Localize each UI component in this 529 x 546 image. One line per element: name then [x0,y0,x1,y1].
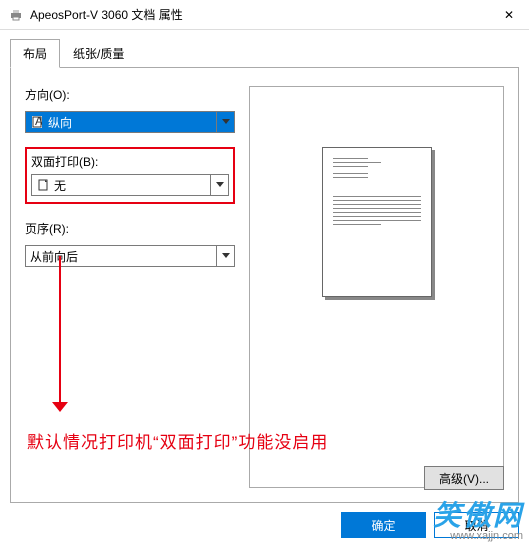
tab-paper-quality[interactable]: 纸张/质量 [60,39,137,68]
annotation-arrow [59,256,61,406]
orientation-combo[interactable]: A 纵向 [25,111,235,133]
close-button[interactable]: ✕ [489,0,529,30]
tab-strip: 布局 纸张/质量 [10,38,519,68]
page-preview [322,147,432,297]
order-value: 从前向后 [30,248,78,265]
duplex-value: 无 [54,177,66,194]
dialog-footer: 确定 取消 [341,512,519,538]
chevron-down-icon [210,175,228,195]
chevron-down-icon [216,246,234,266]
orientation-value: 纵向 [48,114,72,131]
annotation-arrowhead [52,402,68,412]
window-title: ApeosPort-V 3060 文档 属性 [30,6,489,23]
duplex-combo[interactable]: 无 [31,174,229,196]
orientation-label: 方向(O): [25,86,235,103]
tab-layout[interactable]: 布局 [10,39,60,68]
portrait-icon: A [30,116,44,128]
cancel-button[interactable]: 取消 [434,512,519,538]
order-combo[interactable]: 从前向后 [25,245,235,267]
duplex-label: 双面打印(B): [31,153,229,170]
page-icon [36,179,50,191]
layout-panel: 方向(O): A 纵向 双面打印(B): 无 [10,68,519,503]
title-bar: ApeosPort-V 3060 文档 属性 ✕ [0,0,529,30]
duplex-highlight-box: 双面打印(B): 无 [25,147,235,204]
svg-text:A: A [35,116,42,128]
advanced-button[interactable]: 高级(V)... [424,466,504,490]
ok-button[interactable]: 确定 [341,512,426,538]
annotation-text: 默认情况打印机“双面打印”功能没启用 [27,428,328,453]
chevron-down-icon [216,112,234,132]
close-icon: ✕ [504,8,514,22]
printer-icon [8,7,24,23]
order-label: 页序(R): [25,220,235,237]
